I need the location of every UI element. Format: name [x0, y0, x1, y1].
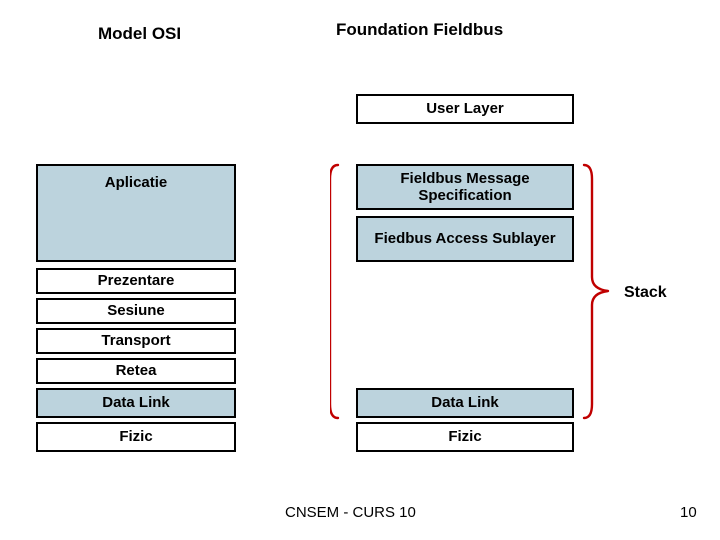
ff-user-layer: User Layer [356, 94, 574, 124]
title-osi: Model OSI [98, 24, 181, 44]
osi-application: Aplicatie [36, 164, 236, 262]
osi-transport: Transport [36, 328, 236, 354]
ff-physical: Fizic [356, 422, 574, 452]
osi-network: Retea [36, 358, 236, 384]
ff-datalink: Data Link [356, 388, 574, 418]
title-ff: Foundation Fieldbus [336, 20, 503, 40]
osi-physical: Fizic [36, 422, 236, 452]
osi-session: Sesiune [36, 298, 236, 324]
page-number: 10 [680, 504, 697, 521]
osi-presentation: Prezentare [36, 268, 236, 294]
ff-fms: Fieldbus Message Specification [356, 164, 574, 210]
stack-label: Stack [624, 284, 667, 302]
osi-datalink: Data Link [36, 388, 236, 418]
footer-text: CNSEM - CURS 10 [285, 504, 416, 521]
ff-fas: Fiedbus Access Sublayer [356, 216, 574, 262]
